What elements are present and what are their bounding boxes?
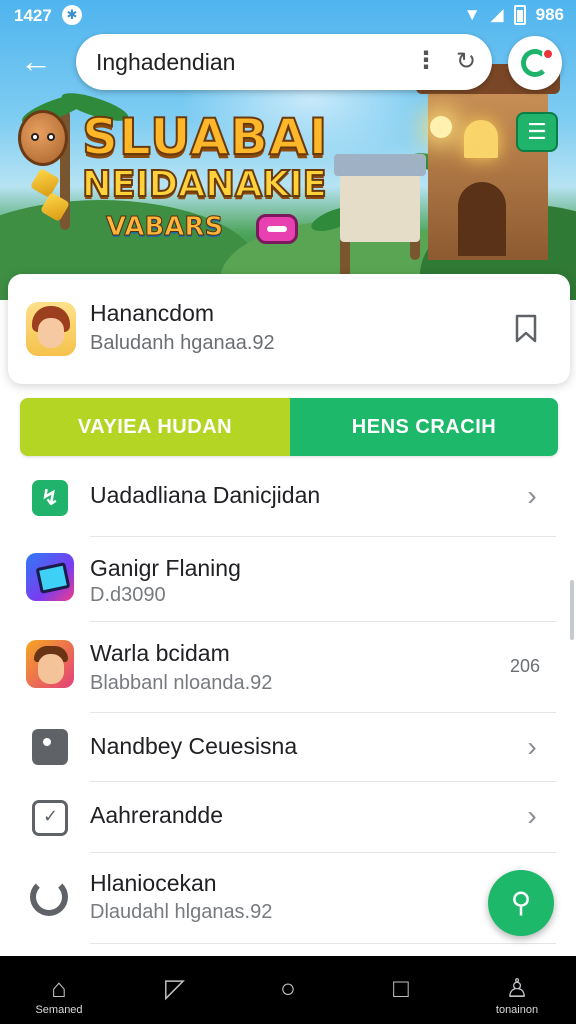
primary-action-button[interactable]: VAYIEA HUDAN — [20, 398, 290, 456]
list-item-label: Ganigr Flaning — [90, 555, 241, 581]
app-subtitle: Baludanh hganaa.92 — [90, 332, 275, 354]
gem-icon — [29, 167, 61, 199]
list-widget-icon[interactable]: ☰ — [516, 112, 558, 152]
banner-subtitle: NEIDANAKIE — [81, 163, 328, 206]
tag-check-icon — [32, 800, 68, 836]
battery-icon — [513, 5, 526, 25]
wifi-icon: ▼ — [463, 5, 481, 24]
nav-profile[interactable]: ♙ tonainon — [472, 956, 562, 1024]
account-button[interactable] — [508, 36, 562, 90]
chevron-right-icon: › — [527, 480, 537, 511]
nav-home-label: Semaned — [35, 1004, 83, 1016]
house-illustration — [334, 154, 426, 242]
status-time: 1427 — [14, 6, 52, 25]
bottom-navigation: ⌂ Semaned ◸ ○ □ ♙ tonainon — [0, 956, 576, 1024]
bookmark-icon[interactable] — [514, 314, 538, 344]
divider — [90, 943, 556, 944]
list-item-subtitle: Blabbanl nloanda.92 — [90, 672, 273, 694]
game-app-icon — [26, 553, 74, 601]
list-item-label: Nandbey Ceuesisna — [90, 733, 298, 759]
list-item-label: Aahrerandde — [90, 802, 223, 828]
banner-badge — [256, 214, 298, 244]
mascot-character — [18, 110, 68, 166]
profile-icon: ♙ — [505, 973, 529, 1003]
location-pin-icon[interactable]: ⚲ — [488, 870, 554, 936]
share-icon[interactable]: ↻ — [450, 46, 482, 78]
square-recents-icon: □ — [393, 973, 409, 1003]
camera-icon — [32, 729, 68, 765]
home-icon: ⌂ — [51, 973, 67, 1003]
banner-title: SLUABAI — [81, 107, 329, 167]
more-vert-icon[interactable]: ⋮ — [414, 46, 438, 78]
list-item[interactable]: Warla bcidam Blabbanl nloanda.92 206 — [0, 622, 560, 712]
back-arrow-icon[interactable]: ← — [16, 42, 56, 82]
lamp-glow — [430, 116, 452, 138]
scrollbar[interactable] — [570, 580, 574, 640]
list-item-count: 206 — [510, 656, 541, 676]
nav-home-circle[interactable]: ○ — [243, 956, 333, 1024]
list-item-subtitle: Dlaudahl hlganas.92 — [90, 901, 273, 923]
chevron-right-icon: › — [527, 731, 537, 762]
notification-dot — [542, 48, 554, 60]
nav-recents[interactable]: □ — [356, 956, 446, 1024]
secondary-action-button[interactable]: HENS CRACIH — [290, 398, 558, 456]
status-bar: 1427 ✱ ▼ ◢ 986 — [0, 0, 576, 34]
list-item[interactable]: Hlaniocekan Dlaudahl hlganas.92 — [0, 853, 560, 943]
settings-icon: ✱ — [62, 5, 82, 25]
app-icon — [26, 302, 76, 356]
nav-profile-label: tonainon — [495, 1004, 539, 1016]
banner-tag: VABARS — [105, 212, 224, 243]
nav-home[interactable]: ⌂ Semaned — [14, 956, 104, 1024]
list-item[interactable]: ↯ Uadadliana Danicjidan › — [0, 466, 560, 536]
list-item-label: Warla bcidam — [90, 640, 230, 666]
trending-icon: ↯ — [32, 480, 68, 516]
list-item[interactable]: Ganigr Flaning D.d3090 — [0, 537, 560, 621]
list-item-subtitle: D.d3090 — [90, 584, 166, 606]
nav-back[interactable]: ◸ — [130, 956, 220, 1024]
circle-home-icon: ○ — [280, 973, 296, 1003]
chevron-right-icon: › — [527, 800, 537, 831]
list-item[interactable]: Nandbey Ceuesisna › — [0, 713, 560, 781]
search-query[interactable]: Inghadendian — [96, 49, 235, 76]
search-bar[interactable]: Inghadendian ⋮ ↻ — [76, 34, 492, 90]
app-card[interactable]: Hanancdom Baludanh hganaa.92 — [8, 274, 570, 384]
back-icon: ◸ — [165, 973, 185, 1003]
list-item-label: Uadadliana Danicjidan — [90, 482, 321, 508]
refresh-icon — [30, 878, 68, 916]
list-item-label: Hlaniocekan — [90, 870, 217, 896]
character-app-icon — [26, 640, 74, 688]
signal-icon: ◢ — [490, 5, 504, 24]
app-name: Hanancdom — [90, 300, 215, 326]
action-buttons: VAYIEA HUDAN HENS CRACIH — [20, 398, 558, 456]
battery-level: 986 — [535, 5, 564, 24]
list-item[interactable]: Aahrerandde › — [0, 782, 560, 852]
